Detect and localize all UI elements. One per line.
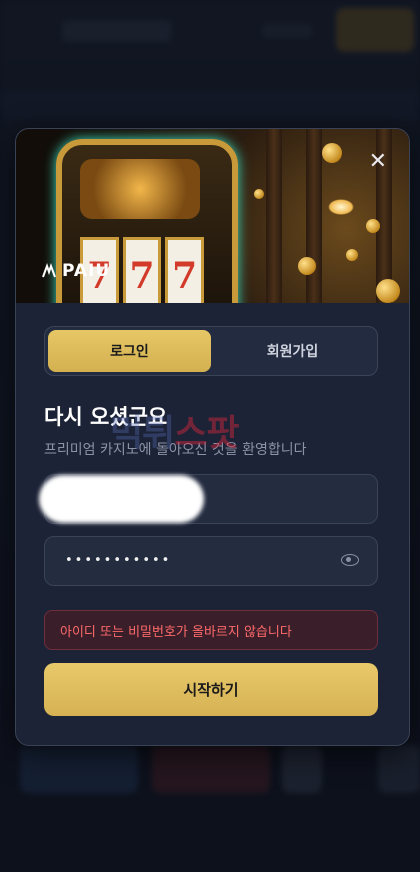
coin-icon: [322, 143, 342, 163]
tab-signup[interactable]: 회원가입: [211, 330, 374, 372]
watermark-text: 스팟: [174, 413, 239, 454]
username-field[interactable]: [39, 474, 378, 524]
brand-logo: PAIU: [40, 261, 110, 281]
auth-tabs: 로그인 회원가입: [44, 326, 378, 376]
coin-icon: [298, 257, 316, 275]
curtain: [266, 129, 282, 303]
lamp-icon: [328, 199, 354, 215]
curtain: [306, 129, 322, 303]
watermark: 먹튀스팟: [110, 404, 240, 456]
slot-screen: [80, 159, 200, 219]
password-value: •••••••••••: [65, 553, 172, 568]
brand-name: PAIU: [62, 261, 111, 281]
brand-logo-icon: [42, 262, 56, 278]
close-icon[interactable]: ✕: [369, 151, 387, 173]
redacted-username: [39, 475, 204, 523]
coin-icon: [346, 249, 358, 261]
coin-icon: [376, 279, 400, 303]
watermark-prefix: 먹튀: [110, 413, 175, 454]
tab-login[interactable]: 로그인: [48, 330, 211, 372]
coin-icon: [366, 219, 380, 233]
coin-icon: [254, 189, 264, 199]
start-button[interactable]: 시작하기: [44, 663, 378, 716]
password-field[interactable]: •••••••••••: [44, 536, 378, 586]
slot-reel: 7: [165, 237, 205, 303]
slot-reel: 7: [122, 237, 162, 303]
eye-icon[interactable]: [341, 554, 359, 566]
error-message: 아이디 또는 비밀번호가 올바르지 않습니다: [44, 610, 378, 650]
casino-banner: 7 7 7 PAIU ✕: [16, 129, 409, 303]
